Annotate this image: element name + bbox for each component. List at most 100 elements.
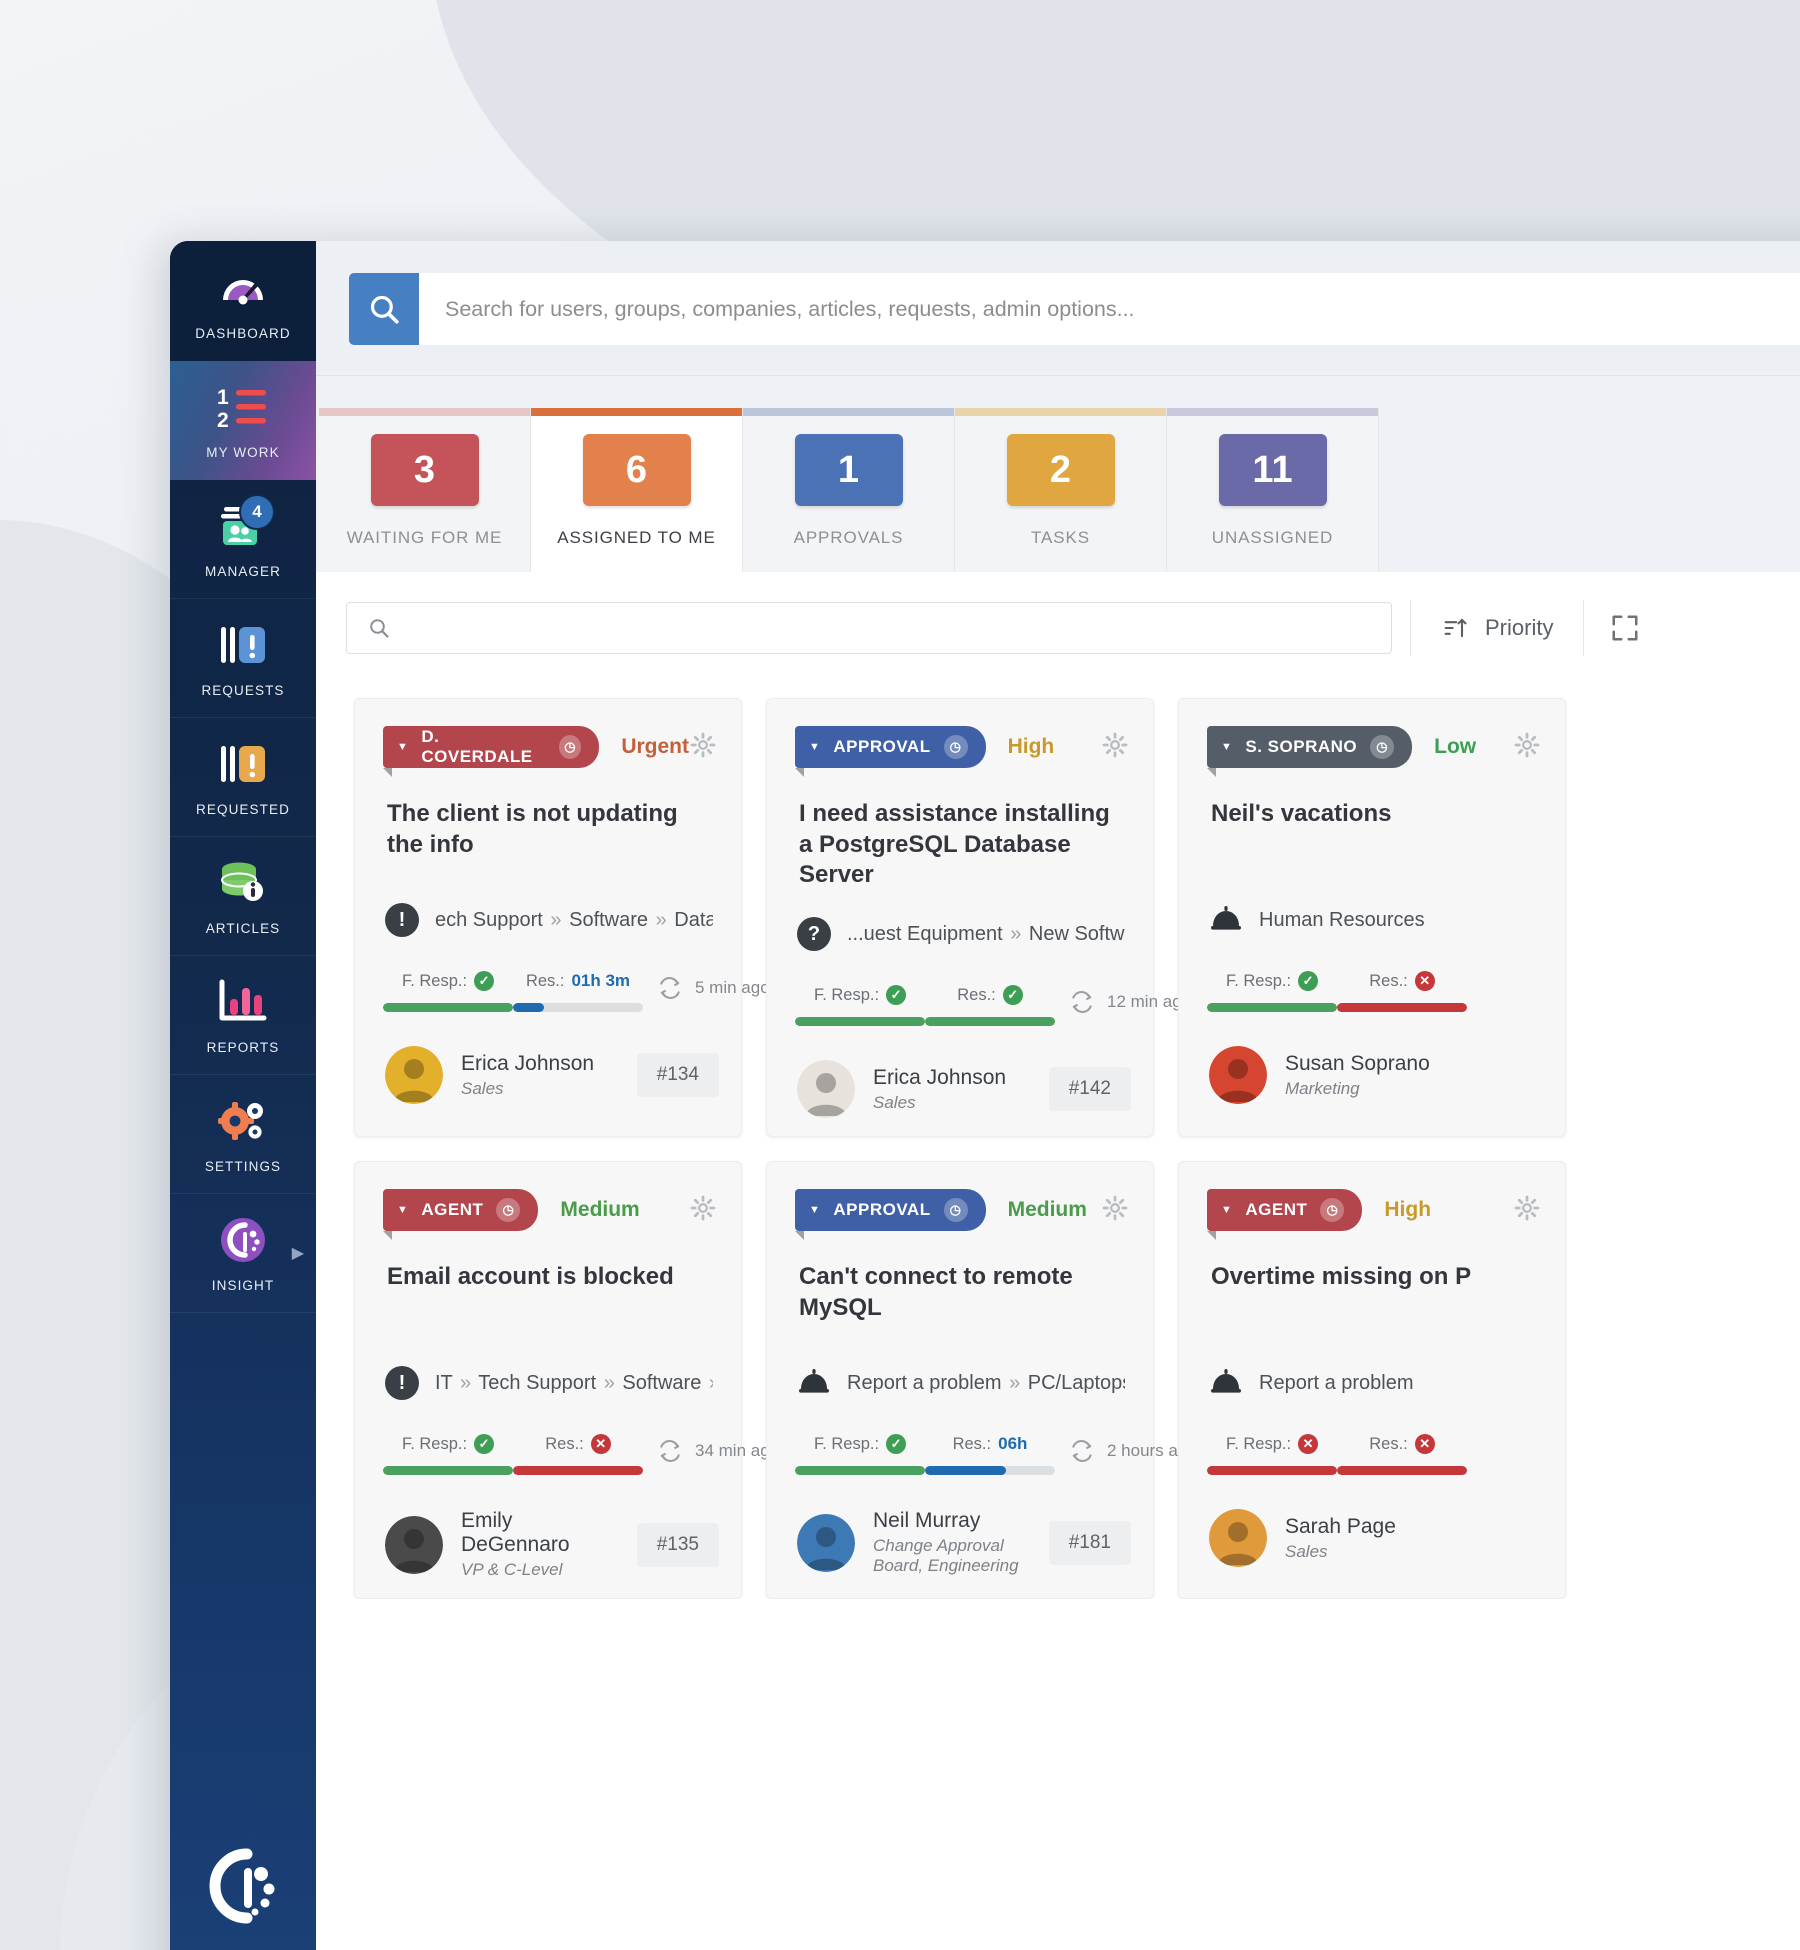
card-footer: Erica Johnson Sales #134 [355, 1012, 741, 1104]
clock-icon: ◷ [559, 735, 582, 759]
expand-board-button[interactable] [1584, 613, 1666, 643]
priority-label: High [1007, 735, 1055, 758]
assignee-ribbon[interactable]: ▼ APPROVAL ◷ [795, 1189, 986, 1241]
assignee-ribbon[interactable]: ▼ AGENT ◷ [1207, 1189, 1363, 1241]
sla-status-ok-icon: ✓ [474, 1434, 495, 1455]
ticket-title[interactable]: I need assistance installing a PostgreSQ… [767, 773, 1153, 891]
sidebar-item-reports[interactable]: REPORTS [170, 956, 316, 1075]
sla-status-ok-icon: ✓ [886, 1434, 907, 1455]
chevron-down-icon[interactable]: ▼ [397, 1204, 408, 1216]
sidebar-item-my-work[interactable]: 1 2 MY WORK [170, 361, 316, 480]
assignee-ribbon[interactable]: ▼ D. COVERDALE ◷ [383, 726, 600, 777]
ticket-number[interactable]: #134 [636, 1053, 719, 1097]
assignee-label: S. SOPRANO [1245, 737, 1358, 756]
assignee-ribbon[interactable]: ▼ S. SOPRANO ◷ [1207, 726, 1413, 777]
sort-priority-button[interactable]: Priority [1410, 600, 1585, 656]
ticket-card[interactable]: ▼ APPROVAL ◷ Medium Can't connect to remote … [766, 1161, 1197, 1600]
sla-status-bad-icon: ✕ [590, 1434, 611, 1455]
card-header: ▼ S. SOPRANO ◷ Low [1179, 699, 1565, 777]
card-settings-button[interactable] [689, 731, 717, 764]
first-response-label: F. Resp.: [401, 971, 468, 990]
ticket-card[interactable]: ▼ S. SOPRANO ◷ Low Neil's vacations Human Res… [1178, 698, 1566, 1138]
global-search-input[interactable] [419, 273, 1800, 345]
ticket-category-row: Human Resources [1179, 877, 1565, 937]
ticket-card[interactable]: ▼ APPROVAL ◷ High I need assistance installi… [766, 698, 1191, 1138]
first-response-sla: F. Resp.: ✓ [1207, 971, 1337, 1012]
card-settings-button[interactable] [1101, 731, 1129, 764]
sidebar-item-label: REPORTS [206, 1039, 280, 1055]
sla-status-bad-icon: ✕ [1414, 1434, 1435, 1455]
sidebar-item-requests[interactable]: REQUESTS [170, 599, 316, 718]
tab-count: 2 [1006, 434, 1115, 506]
ticket-category-row: ! IT » Tech Support » Software » Mail [355, 1340, 741, 1401]
ticket-number[interactable]: #181 [1048, 1520, 1131, 1565]
sidebar-item-manager[interactable]: 4 MANAGER [170, 480, 316, 599]
resolution-sla: Res.: ✕ [513, 1434, 643, 1476]
ticket-category: IT » Tech Support » Software » Mail [435, 1371, 713, 1394]
tab-waiting-for-me[interactable]: 3 WAITING FOR ME [319, 408, 531, 572]
card-header: ▼ D. COVERDALE ◷ Urgent [355, 699, 741, 777]
requester-role: Sales [1285, 1541, 1328, 1561]
card-settings-button[interactable] [1513, 1194, 1541, 1227]
ticket-title[interactable]: Can't connect to remote MySQL [767, 1236, 1153, 1340]
sla-value: 06h [998, 1434, 1028, 1454]
ticket-category-row: ? ...uest Equipment » New Software [767, 891, 1153, 952]
card-settings-button[interactable] [1513, 731, 1541, 764]
chevron-down-icon[interactable]: ▼ [809, 741, 820, 753]
search-icon [370, 619, 389, 638]
sidebar-item-articles[interactable]: ARTICLES [170, 837, 316, 956]
chevron-down-icon[interactable]: ▼ [809, 1204, 820, 1216]
chevron-down-icon[interactable]: ▼ [1221, 741, 1232, 753]
ticket-title[interactable]: The client is not updating the info [355, 773, 741, 877]
card-settings-button[interactable] [689, 1194, 717, 1227]
first-response-label: F. Resp.: [401, 1434, 468, 1453]
tab-unassigned[interactable]: 11 UNASSIGNED [1167, 408, 1379, 572]
chevron-down-icon[interactable]: ▼ [397, 741, 408, 753]
ticket-card[interactable]: ▼ D. COVERDALE ◷ Urgent The client is not up… [354, 698, 770, 1138]
sla-row: F. Resp.: ✓ Res.: 01h 3m 5 min ago [355, 937, 770, 1012]
resolution-sla: Res.: 01h 3m [513, 971, 643, 1012]
ticket-card[interactable]: ▼ AGENT ◷ Medium Email account is blocked! IT… [354, 1161, 779, 1600]
search-button[interactable] [349, 273, 419, 345]
refresh-icon [660, 977, 680, 999]
sla-value: 01h 3m [571, 971, 631, 990]
card-footer: Neil Murray Change Approval Board, Engine… [767, 1475, 1153, 1576]
chevron-down-icon[interactable]: ▼ [1221, 1204, 1232, 1216]
board-search-box[interactable] [346, 602, 1392, 654]
tab-tasks[interactable]: 2 TASKS [955, 408, 1167, 572]
ticket-category: Human Resources [1259, 908, 1425, 931]
card-footer: Sarah Page Sales [1179, 1475, 1565, 1568]
sla-status-ok-icon: ✓ [886, 985, 907, 1006]
card-header: ▼ AGENT ◷ Medium [355, 1162, 741, 1241]
ticket-category: Report a problem » PC/Laptops [847, 1371, 1125, 1394]
ticket-title[interactable]: Email account is blocked [355, 1236, 741, 1340]
sidebar-item-insight[interactable]: INSIGHT ▶ [170, 1194, 316, 1313]
ticket-number[interactable]: #135 [636, 1522, 719, 1567]
board-search-input[interactable] [405, 617, 1371, 639]
card-settings-button[interactable] [1101, 1194, 1129, 1227]
chevron-right-icon[interactable]: ▶ [292, 1243, 304, 1263]
sidebar-nav-list: DASHBOARD 1 2 MY WORK 4 MANAGER REQUESTS REQUES… [170, 241, 316, 1313]
last-update: 12 min ago [1069, 985, 1191, 1015]
card-footer: Emily DeGennaro VP & C-Level #135 [355, 1475, 741, 1580]
assignee-ribbon[interactable]: ▼ AGENT ◷ [383, 1189, 539, 1241]
tab-assigned-to-me[interactable]: 6 ASSIGNED TO ME [531, 408, 743, 572]
tab-approvals[interactable]: 1 APPROVALS [743, 408, 955, 572]
svg-text:1: 1 [217, 386, 229, 409]
ticket-title[interactable]: Overtime missing on P [1179, 1236, 1565, 1340]
numbered-list-icon: 12 [215, 381, 271, 433]
resolution-label: Res.: [1369, 971, 1408, 990]
ticket-title[interactable]: Neil's vacations [1179, 773, 1565, 877]
sidebar-item-dashboard[interactable]: DASHBOARD [170, 241, 316, 361]
sidebar-item-settings[interactable]: SETTINGS [170, 1075, 316, 1194]
assignee-ribbon[interactable]: ▼ APPROVAL ◷ [795, 726, 986, 777]
sidebar-item-requested[interactable]: REQUESTED [170, 718, 316, 837]
clock-icon: ◷ [496, 1198, 521, 1223]
resolution-track [513, 1466, 643, 1476]
ticket-number[interactable]: #142 [1048, 1067, 1131, 1112]
tab-label: ASSIGNED TO ME [557, 528, 716, 547]
ticket-card[interactable]: ▼ AGENT ◷ High Overtime missing on P Report a… [1178, 1161, 1566, 1600]
requester-role: Marketing [1285, 1078, 1360, 1098]
ticket-category: Report a problem [1259, 1371, 1414, 1394]
